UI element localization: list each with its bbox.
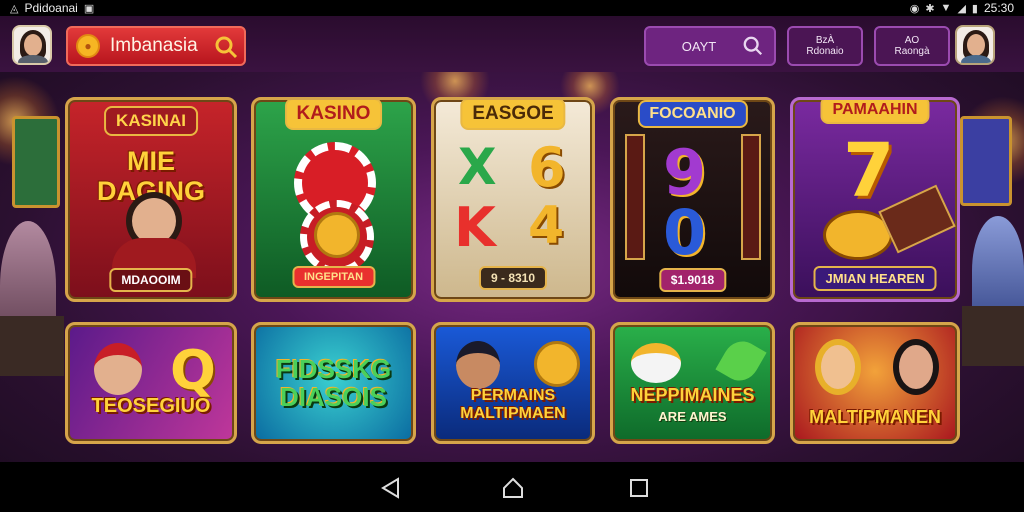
game-plate: $1.9018	[658, 268, 727, 292]
location-icon: ◉	[909, 2, 920, 15]
reel-strip	[625, 134, 645, 260]
game-plate: 9 - 8310	[478, 266, 548, 290]
game-card-fidsskg[interactable]: FIDSSKG DIASOIS	[251, 322, 416, 444]
home-icon[interactable]	[502, 477, 524, 499]
player-character	[815, 339, 861, 395]
wall-poster	[960, 116, 1012, 206]
search-label: OAYT	[681, 38, 717, 54]
status-app-text: Pdidoanai	[24, 1, 78, 15]
game-card-easgoe[interactable]: EASGOE X 6 K 4 9 - 8310	[431, 97, 595, 302]
game-card-maltipmanen[interactable]: MALTIPMANEN	[790, 322, 960, 444]
search-button[interactable]: OAYT	[644, 26, 776, 66]
player-character	[893, 339, 939, 395]
wifi-icon: ▼	[940, 2, 952, 14]
game-sign: PAMAAHIN	[820, 100, 930, 124]
game-sign: FOCOANIO	[637, 100, 748, 128]
game-plate: MDAOOIM	[109, 268, 193, 292]
search-icon	[743, 36, 763, 56]
recents-icon[interactable]	[628, 477, 650, 499]
game-card-neppimaines[interactable]: NEPPIMAINES ARE AMES	[610, 322, 775, 444]
game-sign: KASINAI	[104, 106, 198, 136]
game-title: NEPPIMAINES	[630, 385, 755, 405]
signal-icon: ◢	[957, 2, 966, 15]
back-icon[interactable]	[380, 477, 402, 499]
brand-name: Imbanasia	[110, 35, 198, 56]
mascot-character	[631, 343, 681, 383]
status-time: 25:30	[983, 1, 1014, 15]
game-sign: EASGOE	[460, 100, 566, 130]
game-card-permains[interactable]: PERMAINS MALTIPMAEN	[431, 322, 595, 444]
header-button-2[interactable]: AO Raongà	[874, 26, 950, 66]
reel-symbol: 6	[528, 136, 566, 199]
header-button-1[interactable]: BzÀ Rdonaio	[787, 26, 863, 66]
game-plate: INGEPITAN	[291, 266, 376, 288]
bar-counter	[0, 316, 64, 376]
game-plate: JMIAN HEAREN	[813, 266, 937, 291]
game-title: PERMAINS MALTIPMAEN	[460, 387, 566, 422]
reel-symbol: 0	[663, 196, 707, 269]
reel-symbol: 7	[843, 128, 895, 214]
reel-symbol: X	[458, 138, 497, 196]
user-avatar[interactable]	[12, 25, 52, 65]
coin-icon	[534, 341, 580, 387]
app-notification-icon: ◬	[10, 2, 19, 15]
leaf-icon	[715, 334, 767, 388]
reel-symbol: K	[454, 196, 496, 259]
search-icon[interactable]	[214, 35, 238, 59]
battery-icon: ▮	[971, 2, 978, 15]
game-card-kasinai[interactable]: KASINAI MIE DAGING MDAOOIM	[65, 97, 237, 302]
reel-symbol: 4	[528, 196, 565, 256]
game-sign: KASINO	[284, 100, 383, 130]
profile-avatar[interactable]	[955, 25, 995, 65]
game-card-teosegiuo[interactable]: Q TEOSEGIUO	[65, 322, 237, 444]
game-card-focoanio[interactable]: FOCOANIO 9 0 $1.9018	[610, 97, 775, 302]
game-title: MALTIPMANEN	[809, 407, 941, 427]
image-notification-icon: ▣	[83, 2, 95, 15]
player-character	[456, 341, 500, 389]
reel-strip	[741, 134, 761, 260]
game-title: TEOSEGIUO	[91, 395, 211, 417]
coin-icon	[314, 212, 360, 258]
game-card-kasino[interactable]: KASINO INGEPITAN	[251, 97, 416, 302]
game-title: FIDSSKG DIASOIS	[275, 354, 392, 412]
player-character	[94, 343, 142, 395]
bar-counter	[962, 306, 1024, 366]
wall-poster	[12, 116, 60, 208]
brand-search-bar[interactable]: ● Imbanasia	[66, 26, 246, 66]
coin-logo-icon: ●	[76, 34, 100, 58]
game-card-pamaahin[interactable]: PAMAAHIN 7 JMIAN HEAREN	[790, 97, 960, 302]
bluetooth-icon: ✱	[925, 2, 935, 15]
android-nav-bar	[0, 462, 1024, 512]
reel-symbol: Q	[170, 339, 216, 402]
status-bar: ◬ Pdidoanai ▣ ◉ ✱ ▼ ◢ ▮ 25:30	[0, 0, 1024, 16]
game-subtitle: ARE AMES	[658, 409, 727, 424]
